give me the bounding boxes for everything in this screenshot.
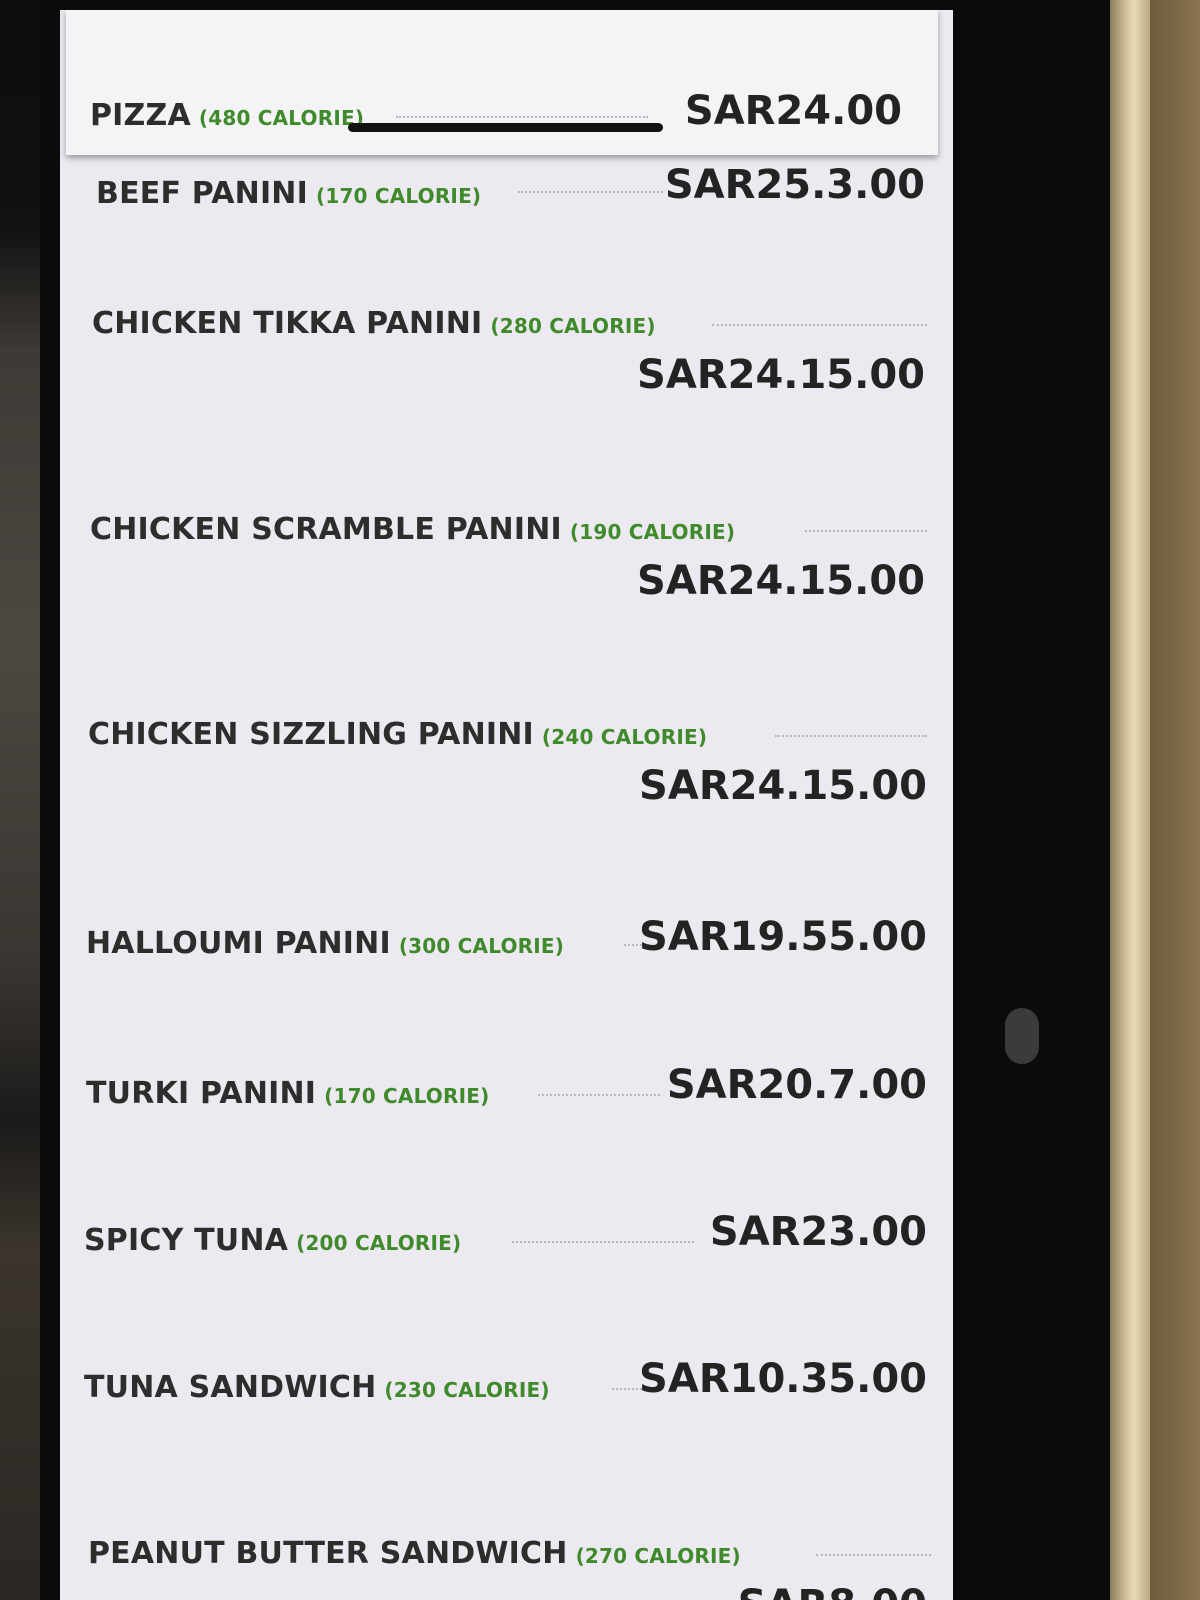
menu-item-name: TURKI PANINI (170 CALORIE) <box>86 1076 489 1111</box>
calorie-label: (280 CALORIE) <box>490 314 656 338</box>
dotted-leader <box>538 1094 660 1096</box>
item-name-text: SPICY TUNA <box>84 1223 289 1258</box>
item-name-text: CHICKEN SIZZLING PANINI <box>88 717 534 752</box>
menu-item-price: SAR24.00 <box>684 88 902 134</box>
menu-item-name: TUNA SANDWICH (230 CALORIE) <box>84 1370 550 1405</box>
item-name-text: PIZZA <box>90 98 191 133</box>
menu-item-name: HALLOUMI PANINI (300 CALORIE) <box>86 926 564 961</box>
menu-item-name: PIZZA (480 CALORIE) <box>90 98 364 133</box>
tablet-side-button <box>1005 1008 1039 1064</box>
menu-item-price: SAR24.15.00 <box>637 558 925 604</box>
calorie-label: (190 CALORIE) <box>569 520 736 544</box>
menu-item-name: BEEF PANINI (170 CALORIE) <box>96 176 481 211</box>
menu-item-pizza[interactable]: PIZZA (480 CALORIE) SAR24.00 <box>66 10 938 155</box>
menu-item-price: SAR24.15.00 <box>637 352 925 398</box>
dotted-leader <box>512 1241 694 1243</box>
calorie-label: (270 CALORIE) <box>575 1544 741 1568</box>
dotted-leader <box>712 324 927 326</box>
drag-handle-bar[interactable] <box>348 123 663 132</box>
dotted-leader <box>612 1388 642 1390</box>
item-name-text: TUNA SANDWICH <box>84 1370 377 1405</box>
menu-item-name: SPICY TUNA (200 CALORIE) <box>84 1223 461 1258</box>
menu-item-price: SAR24.15.00 <box>639 763 927 809</box>
item-name-text: BEEF PANINI <box>96 176 308 211</box>
menu-item-name: PEANUT BUTTER SANDWICH (270 CALORIE) <box>88 1536 741 1571</box>
calorie-label: (200 CALORIE) <box>296 1231 462 1255</box>
menu-screen[interactable]: PIZZA (480 CALORIE) SAR24.00 BEEF PANINI (… <box>60 10 953 1600</box>
menu-item-price: SAR23.00 <box>709 1209 927 1255</box>
menu-item-price: SAR10.35.00 <box>639 1356 927 1402</box>
menu-item-name: CHICKEN TIKKA PANINI (280 CALORIE) <box>92 306 656 341</box>
item-name-text: CHICKEN TIKKA PANINI <box>92 306 483 341</box>
calorie-label: (230 CALORIE) <box>384 1378 550 1402</box>
calorie-label: (240 CALORIE) <box>541 725 708 749</box>
tablet-edge <box>1110 0 1150 1600</box>
dotted-leader <box>396 116 648 118</box>
dotted-leader <box>805 530 927 532</box>
item-name-text: TURKI PANINI <box>86 1076 317 1111</box>
menu-item-price: SAR19.55.00 <box>639 914 927 960</box>
menu-item-name: CHICKEN SCRAMBLE PANINI (190 CALORIE) <box>90 512 735 547</box>
item-name-text: HALLOUMI PANINI <box>86 926 391 961</box>
dotted-leader <box>518 191 663 193</box>
menu-item-price: SAR8.00 <box>738 1582 927 1600</box>
calorie-label: (170 CALORIE) <box>324 1084 490 1108</box>
item-name-text: PEANUT BUTTER SANDWICH <box>88 1536 568 1571</box>
dotted-leader <box>775 735 927 737</box>
item-name-text: CHICKEN SCRAMBLE PANINI <box>90 512 562 547</box>
menu-item-name: CHICKEN SIZZLING PANINI (240 CALORIE) <box>88 717 707 752</box>
menu-item-price: SAR25.3.00 <box>664 162 925 208</box>
dotted-leader <box>816 1554 931 1556</box>
menu-item-price: SAR20.7.00 <box>666 1062 927 1108</box>
calorie-label: (300 CALORIE) <box>398 934 565 958</box>
table-surface <box>1150 0 1200 1600</box>
calorie-label: (170 CALORIE) <box>315 184 482 208</box>
calorie-label: (480 CALORIE) <box>198 106 365 130</box>
